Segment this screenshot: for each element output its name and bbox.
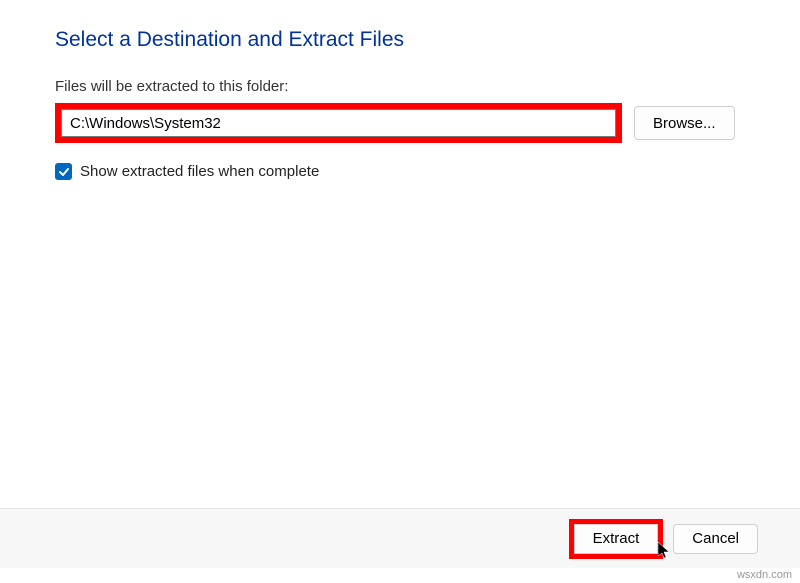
path-input-highlight <box>55 103 622 143</box>
path-label: Files will be extracted to this folder: <box>55 78 745 95</box>
check-icon <box>58 166 70 178</box>
extract-button-highlight: Extract <box>569 519 664 559</box>
cancel-button[interactable]: Cancel <box>673 524 758 554</box>
extract-button[interactable]: Extract <box>574 524 659 554</box>
browse-button[interactable]: Browse... <box>634 106 735 140</box>
destination-path-input[interactable] <box>61 109 616 137</box>
watermark: wsxdn.com <box>737 569 792 581</box>
show-extracted-row: Show extracted files when complete <box>55 163 745 180</box>
path-row: Browse... <box>55 103 745 143</box>
dialog-footer: Extract Cancel <box>0 508 800 568</box>
show-extracted-label[interactable]: Show extracted files when complete <box>80 163 319 180</box>
page-title: Select a Destination and Extract Files <box>55 28 745 52</box>
show-extracted-checkbox[interactable] <box>55 163 72 180</box>
